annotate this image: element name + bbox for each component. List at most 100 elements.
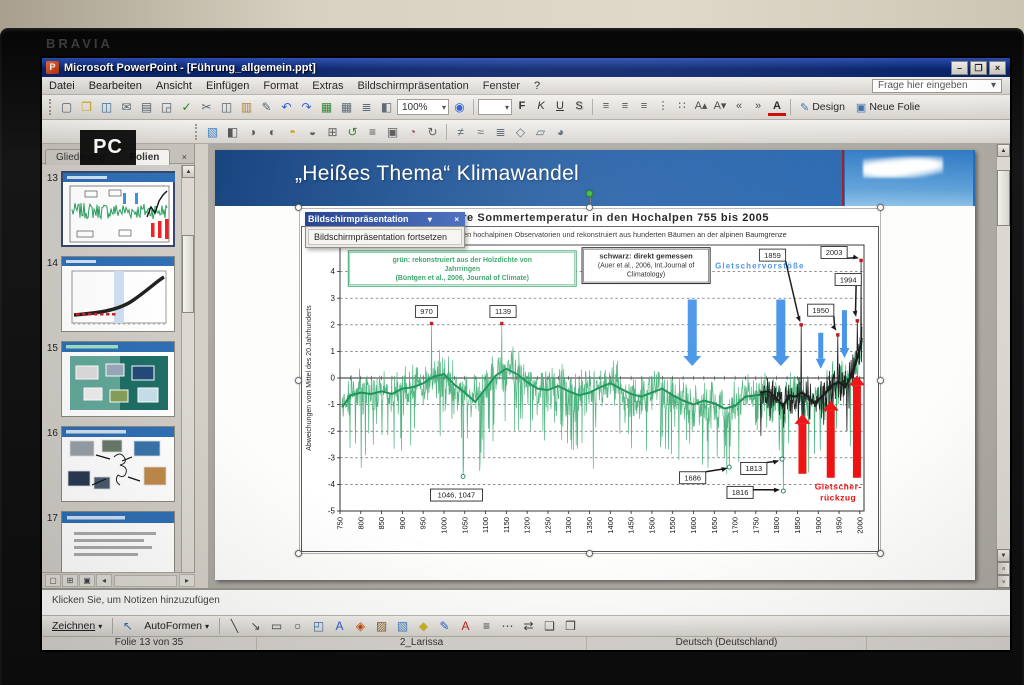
- thumbnail-slide-17[interactable]: [61, 511, 175, 572]
- scroll-up-icon[interactable]: ▲: [997, 144, 1010, 157]
- menu-datei[interactable]: Datei: [42, 79, 82, 93]
- textbox-icon[interactable]: ◰: [309, 617, 328, 635]
- show-formatting-icon[interactable]: ≣: [357, 98, 376, 116]
- minimize-button[interactable]: –: [951, 61, 968, 75]
- select-arrow-icon[interactable]: ↖: [118, 617, 137, 635]
- insert-table-icon[interactable]: ▦: [337, 98, 356, 116]
- close-button[interactable]: ×: [989, 61, 1006, 75]
- paste-icon[interactable]: ▥: [237, 98, 256, 116]
- bold-button[interactable]: F: [513, 98, 531, 116]
- arrow-style-icon[interactable]: ⇄: [519, 617, 538, 635]
- grow-font-icon[interactable]: A▴: [692, 98, 710, 116]
- crop-icon[interactable]: ⊞: [323, 123, 342, 141]
- shadow-button[interactable]: S: [570, 98, 588, 116]
- copy-icon[interactable]: ◫: [217, 98, 236, 116]
- equation-icon[interactable]: ≠: [451, 123, 470, 141]
- font-color-icon[interactable]: A: [456, 617, 475, 635]
- question-input[interactable]: Frage hier eingeben ▾: [872, 79, 1002, 93]
- shapes-icon[interactable]: ◇: [511, 123, 530, 141]
- notes-pane[interactable]: Klicken Sie, um Notizen hinzuzufügen: [42, 588, 1010, 615]
- scroll-left-icon[interactable]: ◂: [96, 574, 112, 587]
- color-grayscale-icon[interactable]: ◧: [377, 98, 396, 116]
- toolbar-grip[interactable]: [49, 99, 53, 115]
- diagram-icon[interactable]: ◈: [351, 617, 370, 635]
- increase-indent-icon[interactable]: »: [749, 98, 767, 116]
- line-style-icon[interactable]: ≡: [363, 123, 382, 141]
- open-icon[interactable]: ❒: [77, 98, 96, 116]
- menu-bildschirmprsentation[interactable]: Bildschirmpräsentation: [350, 79, 475, 93]
- language-status[interactable]: Deutsch (Deutschland): [587, 637, 867, 650]
- align-right-icon[interactable]: ≡: [635, 98, 653, 116]
- menu-ansicht[interactable]: Ansicht: [149, 79, 199, 93]
- toolbar-grip[interactable]: [195, 124, 199, 140]
- sidebar-scrollbar[interactable]: ▲: [181, 165, 194, 572]
- thumbnail-slide-13[interactable]: [61, 171, 175, 247]
- scroll-right-icon[interactable]: ▸: [179, 574, 195, 587]
- align-left-icon[interactable]: ≡: [597, 98, 615, 116]
- normal-view-icon[interactable]: ▢: [45, 574, 61, 587]
- arrange-icon[interactable]: ▱: [531, 123, 550, 141]
- temperature-chart[interactable]: 1250 Jahre Sommertemperatur in den Hocha…: [299, 208, 881, 554]
- new-document-icon[interactable]: ▢: [57, 98, 76, 116]
- selection-handle[interactable]: [295, 550, 302, 557]
- vertical-scrollbar[interactable]: ▲ ▼ « »: [996, 144, 1010, 588]
- chevron-down-icon[interactable]: ▾: [425, 215, 435, 224]
- close-icon[interactable]: ×: [451, 215, 462, 224]
- email-icon[interactable]: ✉: [117, 98, 136, 116]
- design-template-status[interactable]: 2_Larissa: [257, 637, 587, 650]
- more-brightness-icon[interactable]: ◓: [283, 123, 302, 141]
- decrease-indent-icon[interactable]: «: [730, 98, 748, 116]
- thumbnail-slide-14[interactable]: [61, 256, 175, 332]
- menu-[interactable]: ?: [527, 79, 547, 93]
- more-contrast-icon[interactable]: ◑: [243, 123, 262, 141]
- shrink-font-icon[interactable]: A▾: [711, 98, 729, 116]
- slide-canvas[interactable]: „Heißes Thema“ Klimawandel Bildschirmprä…: [215, 150, 975, 580]
- threed-style-icon[interactable]: ❒: [561, 617, 580, 635]
- scrollbar-thumb[interactable]: [997, 170, 1010, 226]
- cut-icon[interactable]: ✂: [197, 98, 216, 116]
- print-preview-icon[interactable]: ◲: [157, 98, 176, 116]
- dash-style-icon[interactable]: ⋯: [498, 617, 517, 635]
- selection-handle[interactable]: [877, 550, 884, 557]
- scroll-up-icon[interactable]: ▲: [182, 165, 195, 178]
- design-button[interactable]: ✎ Design: [795, 100, 850, 115]
- insert-picture-icon[interactable]: ▧: [393, 617, 412, 635]
- selection-handle[interactable]: [877, 204, 884, 211]
- italic-button[interactable]: K: [532, 98, 550, 116]
- zoom-select[interactable]: 100% ▾: [397, 99, 449, 115]
- menu-bearbeiten[interactable]: Bearbeiten: [82, 79, 149, 93]
- scrollbar-thumb[interactable]: [182, 235, 194, 313]
- autoformen-menu-button[interactable]: AutoFormen ▾: [139, 619, 214, 633]
- print-icon[interactable]: ▤: [137, 98, 156, 116]
- underline-button[interactable]: U: [551, 98, 569, 116]
- recolor-icon[interactable]: ◔: [403, 123, 422, 141]
- close-icon[interactable]: ×: [179, 151, 190, 163]
- new-slide-button[interactable]: ▣ Neue Folie: [851, 100, 925, 115]
- arrow-icon[interactable]: ↘: [246, 617, 265, 635]
- reset-picture-icon[interactable]: ↻: [423, 123, 442, 141]
- horizontal-scrollbar[interactable]: [114, 575, 177, 587]
- line-color-icon[interactable]: ✎: [435, 617, 454, 635]
- restore-button[interactable]: ❐: [970, 61, 987, 75]
- format-painter-icon[interactable]: ✎: [257, 98, 276, 116]
- popup-titlebar[interactable]: Bildschirmpräsentation ▾ ×: [305, 212, 465, 226]
- previous-slide-icon[interactable]: «: [997, 562, 1010, 575]
- undo-icon[interactable]: ↶: [277, 98, 296, 116]
- less-brightness-icon[interactable]: ◒: [303, 123, 322, 141]
- selection-handle[interactable]: [295, 377, 302, 384]
- selection-handle[interactable]: [295, 204, 302, 211]
- slide-sorter-icon[interactable]: ⊞: [62, 574, 78, 587]
- menu-fenster[interactable]: Fenster: [476, 79, 527, 93]
- wordart-icon[interactable]: A: [330, 617, 349, 635]
- menu-format[interactable]: Format: [256, 79, 305, 93]
- numbered-list-icon[interactable]: ⋮: [654, 98, 672, 116]
- next-slide-icon[interactable]: »: [997, 575, 1010, 588]
- selection-handle[interactable]: [586, 204, 593, 211]
- selection-handle[interactable]: [586, 550, 593, 557]
- lines-icon[interactable]: ≣: [491, 123, 510, 141]
- rectangle-icon[interactable]: ▭: [267, 617, 286, 635]
- slideshow-icon[interactable]: ▣: [79, 574, 95, 587]
- font-color-button[interactable]: A: [768, 99, 786, 116]
- menu-extras[interactable]: Extras: [305, 79, 350, 93]
- resume-slideshow-button[interactable]: Bildschirmpräsentation fortsetzen: [308, 229, 462, 245]
